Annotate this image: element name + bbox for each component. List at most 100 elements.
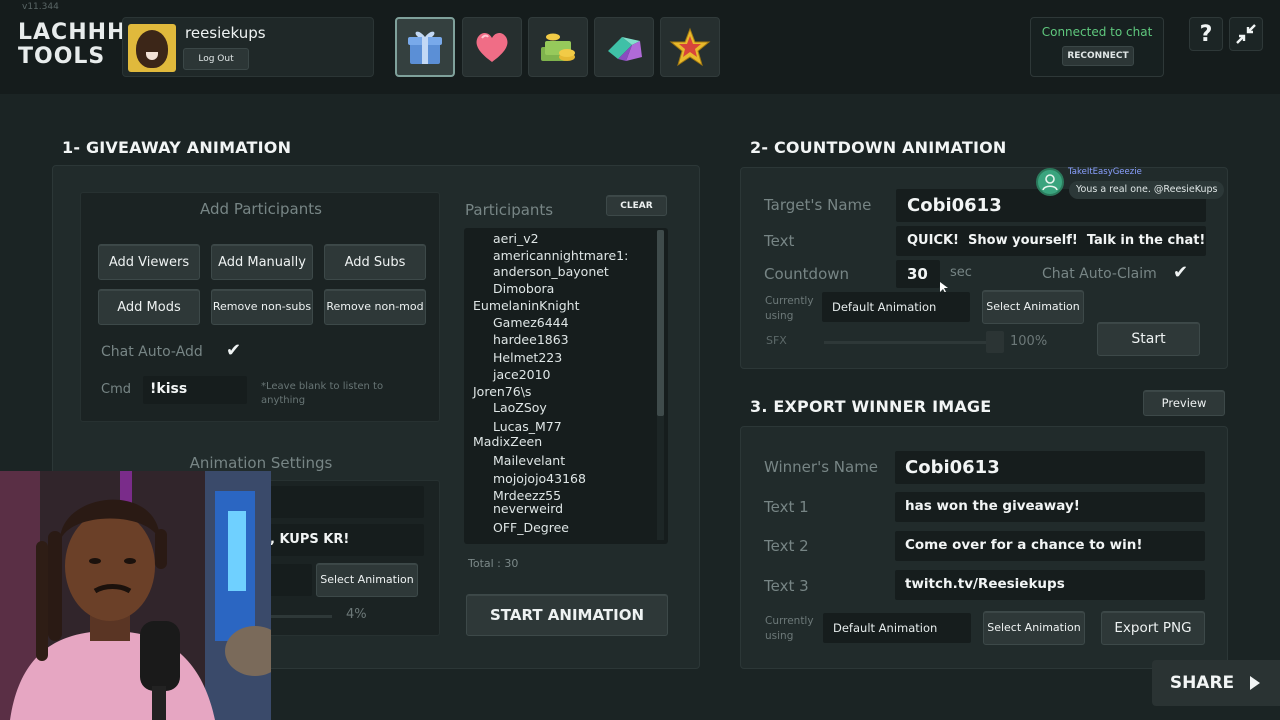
add-viewers-button[interactable]: Add Viewers xyxy=(98,244,200,280)
remove-nonmod-button[interactable]: Remove non-mod xyxy=(324,289,426,325)
chat-auto-claim-checkbox[interactable]: ✔ xyxy=(1173,262,1188,283)
gift-icon xyxy=(408,31,442,64)
chat-auto-claim-label: Chat Auto-Claim xyxy=(1042,266,1157,282)
list-item: mojojojo43168 xyxy=(493,471,586,486)
chat-auto-add-checkbox[interactable]: ✔ xyxy=(226,340,241,361)
list-item: Gamez6444 xyxy=(493,315,569,330)
anim-title-input[interactable] xyxy=(262,486,424,518)
countdown-text-value: QUICK! Show yourself! Talk in the chat! xyxy=(907,233,1206,248)
text1-input[interactable]: has won the giveaway! xyxy=(895,492,1205,522)
animation-settings-label: Animation Settings xyxy=(189,454,333,472)
play-arrow-icon xyxy=(1250,676,1261,690)
volume-slider[interactable] xyxy=(262,615,332,618)
webcam-overlay xyxy=(0,471,271,720)
tool-giveaway-button[interactable] xyxy=(395,17,455,77)
gem-icon xyxy=(608,37,642,61)
add-mods-button[interactable]: Add Mods xyxy=(98,289,200,325)
sfx-percent: 100% xyxy=(1010,334,1048,349)
tool-money-button[interactable] xyxy=(528,17,588,77)
help-icon: ? xyxy=(1199,21,1213,47)
star-icon xyxy=(669,27,711,67)
reconnect-button[interactable]: RECONNECT xyxy=(1062,46,1134,66)
winner-name-value: Cobi0613 xyxy=(905,457,1000,478)
streamer-webcam-image xyxy=(0,471,271,720)
winner-name-input[interactable]: Cobi0613 xyxy=(895,451,1205,484)
countdown-select-animation-button[interactable]: Select Animation xyxy=(982,290,1084,324)
list-item: EumelaninKnight xyxy=(473,298,580,313)
checkmark-icon: ✔ xyxy=(1173,262,1189,283)
countdown-currently-using-label: Currently using xyxy=(765,295,814,323)
list-item: MadixZeen xyxy=(473,434,543,449)
app-logo: LACHHH TOOLS xyxy=(18,20,127,68)
list-item: LaoZSoy xyxy=(493,400,547,415)
cmd-hint: *Leave blank to listen to anything xyxy=(261,381,384,406)
logout-button[interactable]: Log Out xyxy=(183,48,249,70)
user-icon xyxy=(1042,174,1058,191)
countdown-seconds-input[interactable]: 30 xyxy=(896,260,940,288)
chat-popup-user: TakeItEasyGeezie xyxy=(1068,167,1142,177)
text2-input[interactable]: Come over for a chance to win! xyxy=(895,531,1205,561)
cmd-input[interactable]: !kiss xyxy=(143,376,247,404)
target-name-value: Cobi0613 xyxy=(907,195,1002,216)
minimize-button[interactable] xyxy=(1229,17,1263,51)
select-animation-button[interactable]: Select Animation xyxy=(316,563,418,597)
remove-nonsubs-button[interactable]: Remove non-subs xyxy=(211,289,313,325)
help-button[interactable]: ? xyxy=(1189,17,1223,51)
participants-scroll-thumb[interactable] xyxy=(657,230,664,416)
tool-gem-button[interactable] xyxy=(594,17,654,77)
chat-popup-message: Yous a real one. @ReesieKups xyxy=(1069,181,1225,199)
list-item: Helmet223 xyxy=(493,350,563,365)
sfx-slider[interactable] xyxy=(824,341,996,344)
text3-input[interactable]: twitch.tv/Reesiekups xyxy=(895,570,1205,600)
add-manually-button[interactable]: Add Manually xyxy=(211,244,313,280)
share-label: SHARE xyxy=(1169,673,1235,693)
countdown-label: Countdown xyxy=(764,265,850,283)
text3-value: twitch.tv/Reesiekups xyxy=(905,576,1065,592)
target-name-label: Target's Name xyxy=(764,196,872,214)
tool-heart-button[interactable] xyxy=(462,17,522,77)
logo-line-1: LACHHH xyxy=(18,20,127,45)
countdown-title: 2- COUNTDOWN ANIMATION xyxy=(750,138,1007,157)
export-png-button[interactable]: Export PNG xyxy=(1101,611,1205,645)
preview-button[interactable]: Preview xyxy=(1143,390,1225,416)
countdown-start-button[interactable]: Start xyxy=(1097,322,1200,356)
winner-name-label: Winner's Name xyxy=(764,458,879,476)
tool-star-button[interactable] xyxy=(660,17,720,77)
export-title: 3. EXPORT WINNER IMAGE xyxy=(750,397,992,416)
export-select-animation-button[interactable]: Select Animation xyxy=(983,611,1085,645)
heart-icon xyxy=(476,32,508,62)
countdown-text-label: Text xyxy=(764,232,795,250)
text3-label: Text 3 xyxy=(764,577,809,595)
list-item: Joren76\s xyxy=(473,384,532,399)
participants-label: Participants xyxy=(465,201,554,219)
list-item: anderson_bayonet xyxy=(493,264,609,279)
countdown-current-animation-value: Default Animation xyxy=(832,300,937,314)
clear-button[interactable]: CLEAR xyxy=(606,195,667,216)
add-subs-button[interactable]: Add Subs xyxy=(324,244,426,280)
countdown-text-input[interactable]: QUICK! Show yourself! Talk in the chat! xyxy=(896,226,1206,256)
sec-label: sec xyxy=(950,265,972,280)
cmd-input-value: !kiss xyxy=(150,381,188,397)
text1-label: Text 1 xyxy=(764,498,809,516)
cmd-label: Cmd xyxy=(101,382,131,397)
chat-auto-add-label: Chat Auto-Add xyxy=(101,344,203,360)
list-item: hardee1863 xyxy=(493,332,569,347)
mouse-cursor-icon xyxy=(940,279,948,293)
chat-status: Connected to chat xyxy=(1041,25,1153,39)
list-item: aeri_v2 xyxy=(493,231,539,246)
countdown-current-animation: Default Animation xyxy=(822,292,970,322)
checkmark-icon: ✔ xyxy=(226,340,242,361)
share-button[interactable]: SHARE xyxy=(1152,660,1280,706)
start-animation-button[interactable]: START ANIMATION xyxy=(466,594,668,636)
chat-popup-avatar xyxy=(1036,168,1064,196)
text2-label: Text 2 xyxy=(764,537,809,555)
username: reesiekups xyxy=(185,24,266,42)
list-item: jace2010 xyxy=(493,367,551,382)
anim-text-input[interactable]: , KUPS KR! xyxy=(262,524,424,556)
text1-value: has won the giveaway! xyxy=(905,498,1080,514)
money-icon xyxy=(541,33,575,61)
avatar xyxy=(128,24,176,72)
participants-list[interactable]: aeri_v2 americannightmare1: anderson_bay… xyxy=(464,228,668,544)
list-item: americannightmare1: xyxy=(493,248,629,263)
sfx-slider-handle[interactable] xyxy=(986,331,1004,353)
